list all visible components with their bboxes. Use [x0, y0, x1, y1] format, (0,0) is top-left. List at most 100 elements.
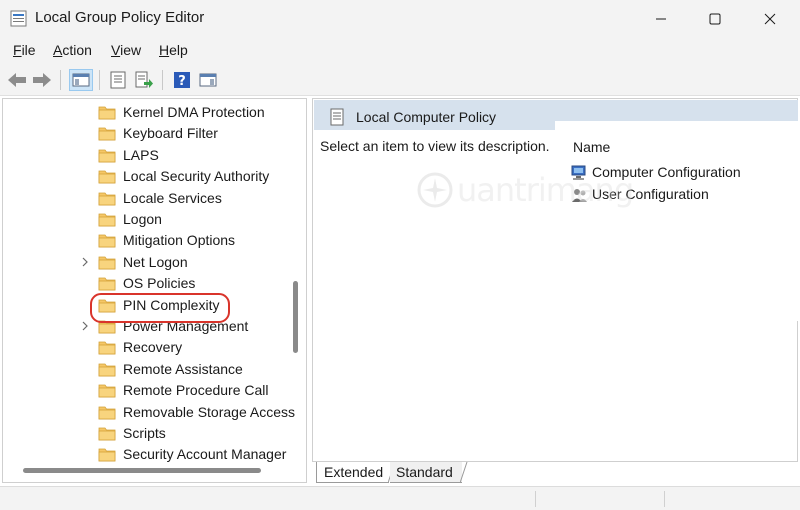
tree-item[interactable]: Remote Assistance [3, 359, 293, 380]
tree-item-label: OS Policies [123, 275, 196, 292]
forward-button[interactable] [31, 69, 53, 91]
toolbar: ? [0, 64, 800, 96]
back-button[interactable] [6, 69, 28, 91]
status-divider [664, 491, 665, 507]
status-divider [535, 491, 536, 507]
tree-vertical-scroll-thumb[interactable] [293, 281, 298, 353]
toolbar-separator [99, 70, 100, 90]
column-header-name[interactable]: Name [573, 139, 610, 155]
menu-view-accel: V [111, 42, 121, 58]
watermark-logo-icon [417, 172, 453, 208]
close-button[interactable] [744, 0, 796, 38]
menu-view[interactable]: View [111, 42, 141, 58]
tree-item-label: Kernel DMA Protection [123, 104, 265, 120]
menu-help[interactable]: Help [159, 42, 188, 58]
tree-item[interactable]: Removable Storage Access [3, 402, 295, 423]
folder-icon [98, 406, 116, 419]
tree-item-label: Removable Storage Access [123, 403, 295, 420]
tree-item[interactable]: Local Security Authority [3, 166, 293, 187]
forward-arrow-icon [33, 73, 51, 87]
folder-icon [98, 170, 116, 184]
tree-item[interactable]: Locale Services [3, 188, 293, 209]
policy-scroll-icon [330, 108, 344, 126]
tree-item[interactable]: Recovery [3, 337, 293, 358]
folder-icon [98, 277, 116, 291]
policy-editor-app-icon [10, 10, 27, 27]
properties-button[interactable] [107, 69, 129, 91]
tree-item-label: Remote Assistance [123, 360, 243, 377]
export-list-button[interactable] [133, 69, 155, 91]
tree-horizontal-scroll-thumb[interactable] [23, 468, 261, 473]
menu-file-rest: ile [21, 42, 36, 58]
status-bar [0, 486, 800, 510]
maximize-button[interactable] [689, 0, 741, 38]
tree-item[interactable]: Mitigation Options [3, 230, 293, 251]
tree-item[interactable]: LAPS [3, 145, 293, 166]
tree-item-label: Keyboard Filter [123, 125, 218, 142]
folder-icon [98, 234, 116, 248]
tree-item[interactable]: Scripts [3, 423, 293, 444]
tree-item-label: Security Account Manager [123, 446, 287, 463]
export-list-icon [135, 71, 153, 88]
window-title: Local Group Policy Editor [35, 9, 205, 26]
folder-icon [98, 127, 116, 141]
highlight-annotation [90, 293, 230, 323]
folder-icon [98, 448, 116, 462]
tree-item-label: Mitigation Options [123, 232, 236, 249]
show-hide-console-tree-button[interactable] [69, 69, 93, 91]
minimize-button[interactable] [635, 0, 687, 38]
folder-icon [98, 213, 116, 227]
menu-file[interactable]: File [13, 42, 36, 58]
folder-icon [98, 256, 116, 270]
details-description: Select an item to view its description. [320, 138, 550, 154]
watermark-text: uantrimang [457, 171, 634, 209]
tree-item-label: Remote Procedure Call [123, 382, 269, 399]
menu-view-rest: iew [120, 42, 142, 58]
toolbar-separator [60, 70, 61, 90]
view-tabs: Extended Standard [312, 462, 800, 484]
tree-item-label: Net Logon [123, 253, 188, 270]
menu-help-rest: elp [169, 42, 188, 58]
tree-item-label: Locale Services [123, 189, 222, 206]
show-hide-action-pane-button[interactable] [197, 69, 219, 91]
folder-icon [98, 106, 116, 120]
watermark: uantrimang [415, 165, 635, 215]
folder-icon [98, 149, 116, 163]
close-icon [764, 13, 776, 25]
menu-action-rest: ction [62, 42, 92, 58]
tree-item-label: LAPS [123, 146, 159, 163]
details-header-title: Local Computer Policy [356, 109, 497, 125]
tree-item[interactable]: Net Logon [3, 252, 293, 273]
toolbar-separator [162, 70, 163, 90]
tree-item-label: Local Security Authority [123, 168, 270, 185]
folder-icon [98, 427, 116, 441]
tab-standard[interactable]: Standard [390, 462, 462, 483]
help-button[interactable]: ? [171, 69, 193, 91]
folder-icon [98, 363, 116, 377]
tree-item[interactable]: Security Account Manager [3, 444, 293, 465]
menu-action[interactable]: Action [53, 42, 92, 58]
tree-item-label: Recovery [123, 339, 183, 356]
menu-help-accel: H [159, 42, 170, 58]
console-tree-pane: Kernel DMA Protection Keyboard Filter LAPS… [2, 98, 307, 483]
menu-file-accel: F [13, 42, 22, 58]
details-list: Name Computer Configuration User Configu… [555, 121, 799, 321]
back-arrow-icon [8, 73, 26, 87]
chevron-right-icon[interactable] [80, 256, 90, 268]
tree-item-label: Scripts [123, 425, 166, 441]
tab-extended[interactable]: Extended [316, 462, 389, 483]
folder-icon [98, 341, 116, 355]
chevron-right-icon[interactable] [80, 320, 90, 332]
tree-item[interactable]: OS Policies [3, 273, 293, 294]
tree-item-label: Logon [123, 211, 162, 227]
properties-icon [110, 71, 126, 89]
help-icon: ? [174, 72, 190, 89]
show-hide-action-pane-icon [199, 73, 217, 87]
tree-item[interactable]: Keyboard Filter [3, 123, 293, 144]
tree-item[interactable]: Logon [3, 209, 293, 230]
folder-icon [98, 192, 116, 205]
tab-edge [460, 462, 468, 484]
tree-item[interactable]: Remote Procedure Call [3, 380, 293, 401]
title-bar: Local Group Policy Editor [0, 0, 800, 38]
tree-item[interactable]: Kernel DMA Protection [3, 102, 293, 123]
